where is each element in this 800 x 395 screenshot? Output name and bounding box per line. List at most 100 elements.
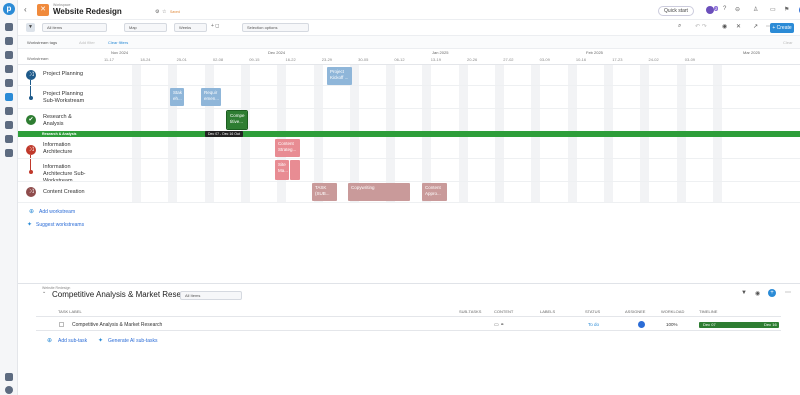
sparkle-icon[interactable]: ✦ (27, 221, 32, 228)
all-items-select[interactable]: All items (42, 23, 107, 32)
col-task-label[interactable]: TASK LABEL (58, 309, 82, 314)
help-icon[interactable]: ? (723, 6, 726, 12)
add-sub-task-button[interactable]: Add sub-task (58, 338, 87, 344)
back-icon[interactable]: ‹ (24, 5, 27, 14)
col-status[interactable]: STATUS (585, 309, 600, 314)
workstream-project-planning[interactable]: Project Planning (43, 71, 83, 78)
timeline-start: Dec 07 (703, 322, 716, 327)
settings-icon[interactable] (5, 386, 13, 394)
panel-icon[interactable] (5, 373, 13, 381)
task-copywriting[interactable]: Copywriting (348, 183, 410, 201)
clear-filters-button[interactable]: Clear filters (108, 40, 128, 45)
research-analysis-icon: ✔ (26, 115, 36, 125)
filter-bar: Workstream tags Add filter Clear filters… (18, 36, 800, 49)
col-timeline[interactable]: TIMELINE (699, 309, 717, 314)
chevron-down-icon[interactable]: ⌄ (42, 289, 46, 295)
filter-icon[interactable]: ▼ (741, 290, 747, 296)
clear-button[interactable]: Clear (783, 40, 793, 45)
assignee-avatar[interactable] (638, 321, 645, 328)
week-label: 10-16 (575, 57, 587, 62)
home-icon[interactable] (5, 23, 13, 31)
clock-icon[interactable] (5, 51, 13, 59)
docs-icon[interactable] (5, 135, 13, 143)
top-bar: ‹ ✕ Workspace Website Redesign ⌄ ⚙ ☆ Sav… (18, 0, 800, 20)
add-workstream-icon[interactable]: ⊕ (29, 208, 34, 215)
settings-gear-icon[interactable]: ⚙ (155, 9, 159, 15)
detail-title: Competitive Analysis & Market Research (52, 290, 197, 299)
zoom-controls[interactable]: + ◻ (211, 23, 219, 29)
workstream-tags-filter[interactable]: Workstream tags (27, 40, 57, 45)
undo-icon[interactable]: ↶ ↷ (695, 23, 707, 30)
add-sub-task-icon[interactable]: ⊕ (47, 337, 52, 344)
add-filter-button[interactable]: Add filter (79, 40, 95, 45)
col-labels[interactable]: LABELS (540, 309, 555, 314)
month-label: Jan 2025 (432, 50, 449, 55)
week-label: 03-09 (539, 57, 550, 62)
stack-icon[interactable] (5, 65, 13, 73)
task-requirements[interactable]: Requir emen... (201, 88, 221, 106)
col-content[interactable]: CONTENT (494, 309, 513, 314)
sparkle-icon[interactable]: ✦ (98, 337, 103, 344)
bell-icon[interactable]: ⚑ (784, 6, 789, 13)
selection-options-select[interactable]: Selection options (242, 23, 309, 32)
avatar-stack[interactable] (706, 6, 714, 14)
task-sub[interactable]: TASK (SUB... (312, 183, 337, 201)
create-button[interactable]: + Create (770, 23, 794, 33)
search-icon[interactable]: ⌕ (678, 23, 681, 30)
week-label: 16-22 (285, 57, 296, 62)
row-divider (18, 202, 800, 203)
eye-icon[interactable]: ◉ (755, 290, 760, 297)
view-select[interactable]: Map (124, 23, 167, 32)
row-workload: 100% (666, 322, 678, 327)
task-content-approval[interactable]: Content Appro... (422, 183, 447, 201)
share-icon[interactable]: ↗ (753, 23, 758, 30)
chat-icon[interactable]: ▭ (770, 6, 776, 13)
logo-icon[interactable]: p (3, 3, 15, 15)
task-site-map[interactable]: Site Ma... (275, 160, 289, 180)
comment-icon[interactable]: ▭ ⚭ (494, 322, 504, 328)
workstream-research-analysis[interactable]: Research & Analysis (43, 114, 83, 128)
scale-select[interactable]: Weeks (174, 23, 207, 32)
task-competitive[interactable]: Compe titive... (226, 110, 248, 130)
timeline-end: Dec 16 (764, 322, 777, 327)
workstream-project-planning-sub[interactable]: Project Planning Sub-Workstream (43, 91, 88, 105)
task-site-map-2[interactable] (290, 160, 300, 180)
generate-ai-sub-tasks-button[interactable]: Generate AI sub-tasks (108, 338, 157, 344)
row-status[interactable]: To do (588, 322, 599, 327)
col-workload[interactable]: WORKLOAD (661, 309, 684, 314)
workstream-information-architecture[interactable]: Information Architecture (43, 142, 83, 156)
goals-icon[interactable] (5, 37, 13, 45)
add-user-icon[interactable]: ♙ (753, 6, 758, 13)
active-workstream-bar[interactable] (18, 131, 800, 137)
add-icon[interactable]: + (768, 289, 776, 297)
col-sub-tasks[interactable]: SUB-TASKS (459, 309, 481, 314)
detail-filter-select[interactable]: All Items (180, 291, 242, 300)
week-label: 27-02 (503, 57, 514, 62)
filter-icon[interactable]: ▼ (26, 23, 35, 32)
task-stakeholder[interactable]: Stak eh... (170, 88, 184, 106)
quick-start-button[interactable]: Quick start (658, 6, 694, 16)
project-title[interactable]: Website Redesign (53, 7, 122, 16)
more-icon[interactable]: ⋯ (785, 289, 791, 296)
lock-icon[interactable]: ⊖ (735, 6, 740, 13)
task-project-kickoff[interactable]: Project Kickoff ... (327, 67, 352, 85)
eye-icon[interactable]: ◉ (722, 23, 727, 30)
avatar-count: 2 (714, 6, 719, 11)
task-content-strategy[interactable]: Content Strateg... (275, 139, 300, 157)
list-icon[interactable] (5, 107, 13, 115)
chevron-down-icon[interactable]: ⌄ (114, 9, 118, 15)
col-assignee[interactable]: ASSIGNEE (625, 309, 645, 314)
add-workstream-button[interactable]: Add workstream (39, 209, 75, 215)
tasks-icon[interactable] (5, 93, 13, 101)
workstream-content-creation[interactable]: Content Creation (43, 189, 85, 196)
week-label: 24-02 (648, 57, 659, 62)
collapse-icon[interactable]: ✕ (736, 23, 741, 30)
suggest-workstreams-button[interactable]: Suggest workstreams (36, 222, 84, 228)
star-icon[interactable] (5, 149, 13, 157)
row-task-label[interactable]: Competitive Analysis & Market Research (72, 322, 162, 328)
ideas-icon[interactable] (5, 79, 13, 87)
assets-icon[interactable] (5, 121, 13, 129)
row-checkbox[interactable] (59, 322, 64, 327)
week-label: 20-26 (467, 57, 478, 62)
star-outline-icon[interactable]: ☆ (162, 9, 166, 15)
